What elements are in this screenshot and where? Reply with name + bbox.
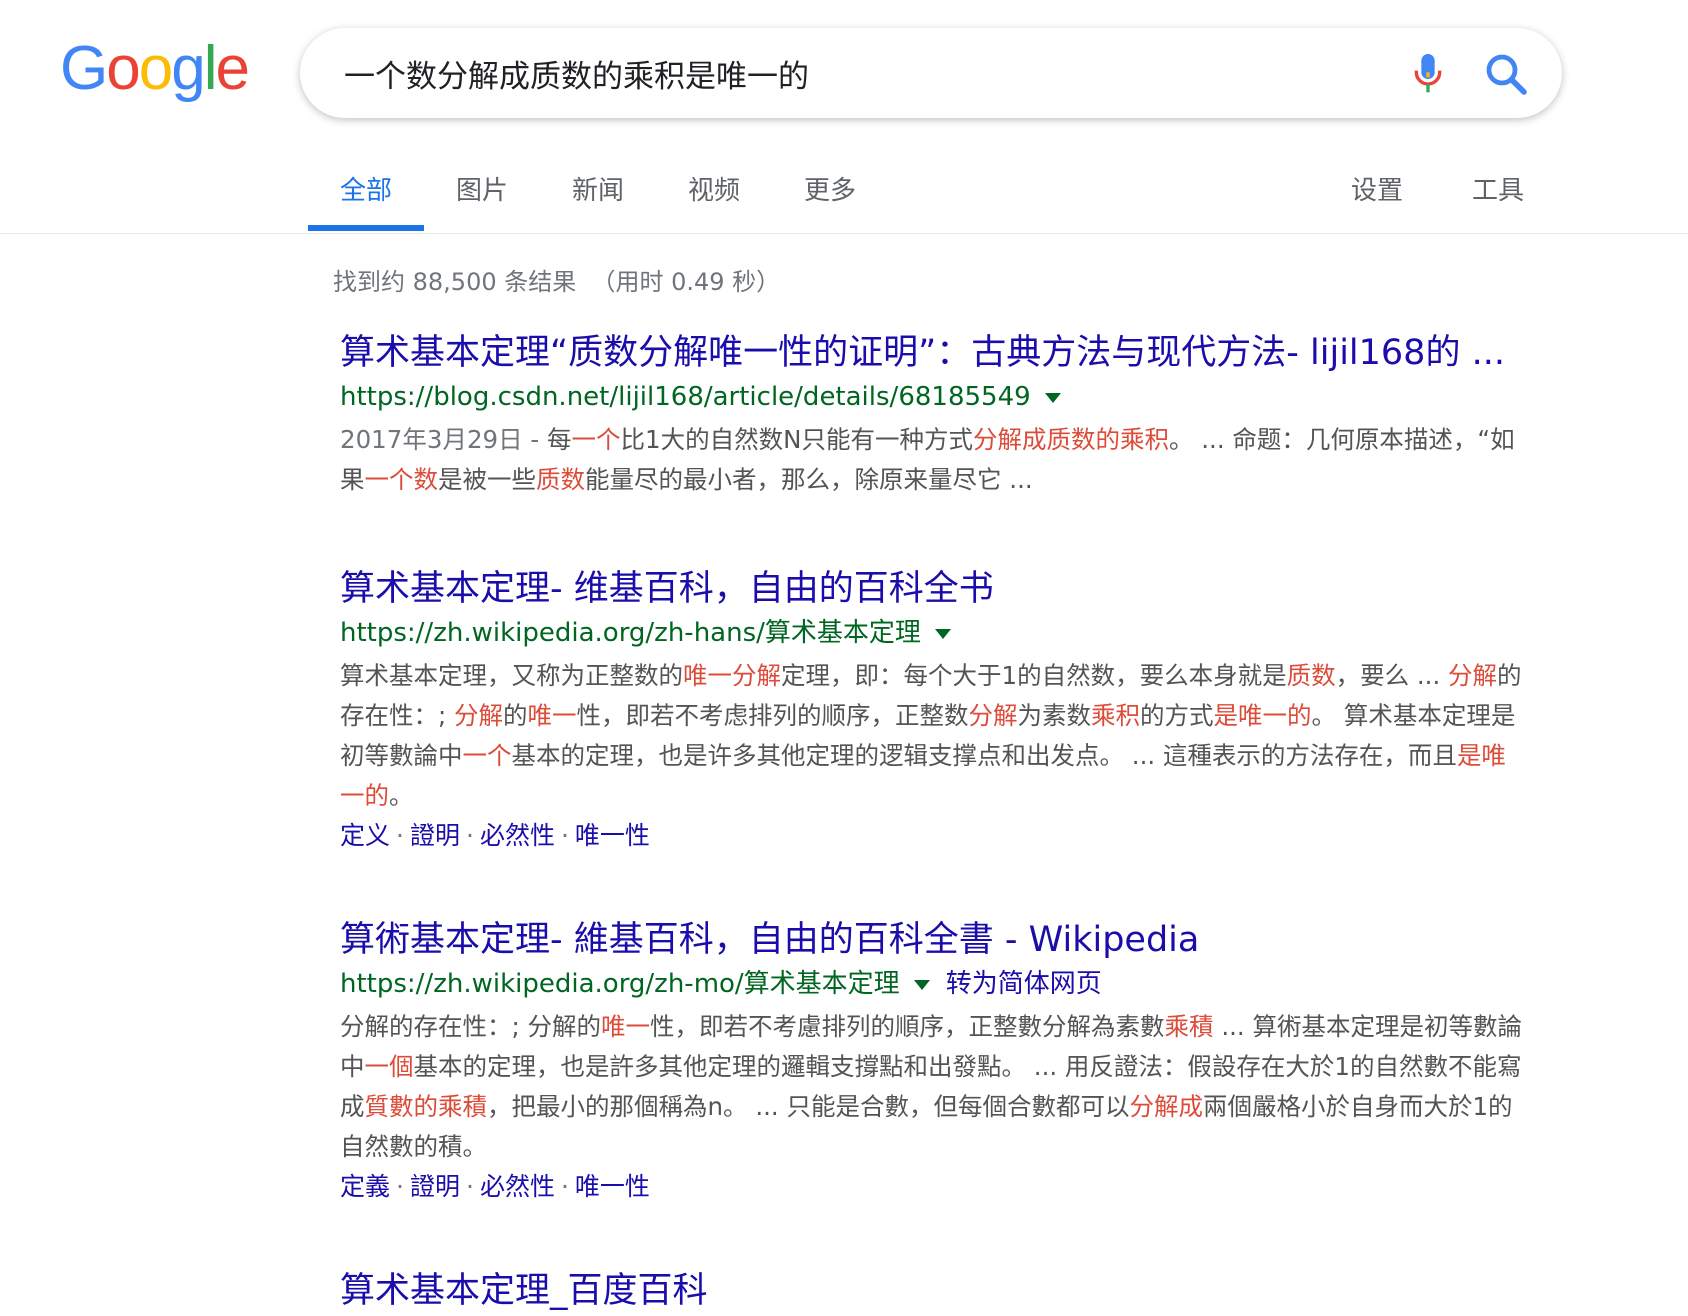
snippet-text: 比1大的自然数N只能有一种方式 [620, 425, 973, 454]
snippet-highlight: 分解 [1448, 661, 1498, 690]
result-title-link[interactable]: 算术基本定理_百度百科 [340, 1266, 1530, 1316]
snippet-text: ，要么 ... [1335, 661, 1449, 690]
result-url-text: https://zh.wikipedia.org/zh-mo/算术基本定理 [340, 969, 900, 999]
sitelink[interactable]: 唯一性 [575, 1172, 650, 1201]
snippet-highlight: 质数 [1286, 661, 1336, 690]
magnifier-icon[interactable] [1482, 50, 1530, 98]
sitelink[interactable]: 證明 [410, 821, 460, 850]
sitelinks: 定义 · 證明 · 必然性 · 唯一性 [340, 816, 1530, 856]
snippet-highlight: 分解成质数的乘积 [972, 425, 1169, 454]
separator-dot: · [560, 821, 569, 850]
logo-letter: o [106, 34, 141, 103]
sitelinks: 定義 · 證明 · 必然性 · 唯一性 [340, 1167, 1530, 1207]
sitelink[interactable]: 定义 [340, 821, 390, 850]
snippet-highlight: 乘积 [1091, 701, 1141, 730]
snippet-text: 的方式 [1140, 701, 1214, 730]
snippet-highlight: 一个 [462, 741, 512, 770]
sitelink[interactable]: 唯一性 [575, 821, 650, 850]
snippet-text: 。 [389, 781, 414, 810]
sitelink[interactable]: 定義 [340, 1172, 390, 1201]
snippet-text: ，把最小的那個稱為n。 ... 只能是合數，但每個合數都可以 [487, 1092, 1130, 1121]
search-box[interactable] [300, 28, 1562, 118]
snippet-text: 性，即若不考虑排列的顺序，正整数 [576, 701, 969, 730]
separator-dot: · [560, 1172, 569, 1201]
snippet-text: 是被一些 [438, 465, 536, 494]
logo-letter: e [215, 34, 250, 103]
snippet-highlight: 乘積 [1164, 1012, 1214, 1041]
snippet-text: 定理，即：每个大于1的自然数，要么本身就是 [781, 661, 1287, 690]
snippet-highlight: 是唯一的 [1213, 701, 1312, 730]
snippet-text: 基本的定理，也是许多其他定理的逻辑支撑点和出发点。 ... 這種表示的方法存在，… [511, 741, 1457, 770]
sitelink[interactable]: 必然性 [480, 821, 555, 850]
snippet-highlight: 質數的乘積 [364, 1092, 488, 1121]
sitelink[interactable]: 證明 [410, 1172, 460, 1201]
result-title-link[interactable]: 算术基本定理“质数分解唯一性的证明”：古典方法与现代方法- lijil168的 … [340, 328, 1530, 378]
mic-icon[interactable] [1408, 52, 1448, 96]
snippet-highlight: 唯一 [601, 1012, 651, 1041]
tab-videos[interactable]: 视频 [688, 170, 740, 207]
result-url-text: https://zh.wikipedia.org/zh-hans/算术基本定理 [340, 618, 921, 648]
result-snippet: 算术基本定理，又称为正整数的唯一分解定理，即：每个大于1的自然数，要么本身就是质… [340, 656, 1530, 816]
search-input[interactable] [342, 50, 1346, 96]
result-url: https://blog.csdn.net/lijil168/article/d… [340, 378, 1530, 416]
caret-down-icon[interactable] [934, 628, 951, 639]
tab-more[interactable]: 更多 [804, 170, 856, 207]
snippet-highlight: 质数 [536, 465, 585, 494]
snippet-highlight: 唯一分解 [683, 661, 781, 690]
search-result: 算術基本定理- 維基百科，自由的百科全書 - Wikipedia https:/… [340, 915, 1530, 1207]
snippet-highlight: 分解 [454, 701, 504, 730]
logo-letter: l [203, 34, 218, 103]
result-title-link[interactable]: 算术基本定理- 维基百科，自由的百科全书 [340, 564, 1530, 614]
tab-images[interactable]: 图片 [456, 170, 508, 207]
result-stats: 找到约 88,500 条结果 （用时 0.49 秒） [333, 268, 781, 296]
caret-down-icon[interactable] [1044, 392, 1061, 403]
search-result: 算术基本定理“质数分解唯一性的证明”：古典方法与现代方法- lijil168的 … [340, 328, 1530, 500]
snippet-highlight: 唯一 [527, 701, 577, 730]
tab-news[interactable]: 新闻 [572, 170, 624, 207]
search-result: 算术基本定理_百度百科 [340, 1266, 1530, 1316]
result-url: https://zh.wikipedia.org/zh-hans/算术基本定理 [340, 614, 1530, 652]
separator-dot: · [396, 1172, 404, 1201]
separator-dot: · [465, 1172, 474, 1201]
translate-link[interactable]: 转为简体网页 [946, 969, 1102, 999]
snippet-highlight: 一个 [571, 425, 621, 454]
result-snippet: 2017年3月29日 - 每一个比1大的自然数N只能有一种方式分解成质数的乘积。… [340, 420, 1530, 500]
tab-settings[interactable]: 设置 [1351, 170, 1403, 207]
search-result: 算术基本定理- 维基百科，自由的百科全书 https://zh.wikipedi… [340, 564, 1530, 856]
snippet-text: 为素数 [1017, 701, 1092, 730]
logo-letter: g [171, 34, 206, 103]
snippet-text: 算术基本定理，又称为正整数的 [340, 661, 683, 690]
snippet-date: 2017年3月29日 - [340, 425, 548, 454]
caret-down-icon[interactable] [913, 979, 930, 990]
result-snippet: 分解的存在性：; 分解的唯一性，即若不考慮排列的順序，正整數分解為素數乘積 ..… [340, 1007, 1530, 1167]
snippet-highlight: 分解 [968, 701, 1018, 730]
result-title-link[interactable]: 算術基本定理- 維基百科，自由的百科全書 - Wikipedia [340, 915, 1530, 965]
result-url: https://zh.wikipedia.org/zh-mo/算术基本定理 转为简… [340, 965, 1530, 1003]
tab-tools[interactable]: 工具 [1472, 170, 1524, 207]
snippet-text: 每 [547, 425, 572, 454]
snippet-highlight: 一个数 [364, 465, 439, 494]
snippet-text: 的 [503, 701, 528, 730]
nav-tabs: 全部 图片 新闻 视频 更多 设置 工具 [0, 150, 1688, 234]
active-tab-indicator [308, 225, 424, 231]
snippet-highlight: 一個 [364, 1052, 414, 1081]
snippet-text: 能量尽的最小者，那么，除原来量尽它 ... [585, 465, 1033, 494]
result-url-text: https://blog.csdn.net/lijil168/article/d… [340, 382, 1031, 412]
snippet-highlight: 分解成 [1129, 1092, 1203, 1121]
separator-dot: · [396, 821, 404, 850]
snippet-text: 分解的存在性：; 分解的 [340, 1012, 602, 1041]
snippet-text: 性，即若不考慮排列的順序，正整數分解為素數 [650, 1012, 1165, 1041]
sitelink[interactable]: 必然性 [480, 1172, 555, 1201]
google-logo[interactable]: Google [60, 34, 250, 103]
tab-all[interactable]: 全部 [340, 170, 392, 207]
logo-letter: o [138, 34, 174, 103]
separator-dot: · [465, 821, 474, 850]
logo-letter: G [60, 34, 108, 103]
